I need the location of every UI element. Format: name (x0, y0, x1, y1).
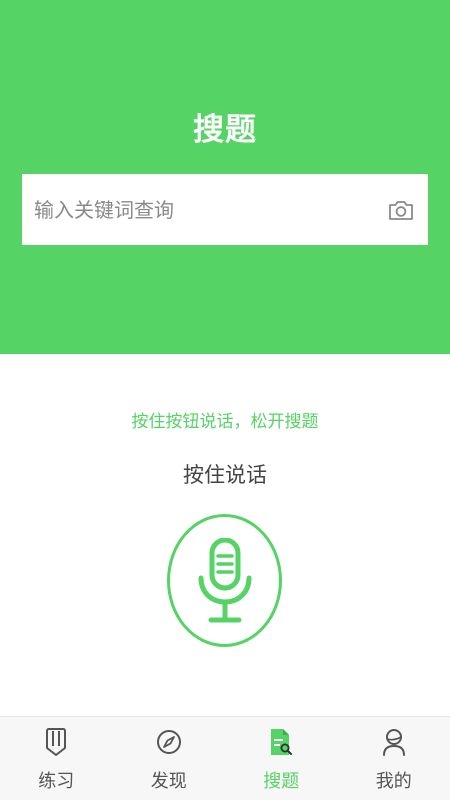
microphone-button[interactable] (167, 514, 282, 647)
tab-label: 发现 (150, 771, 187, 792)
header: 搜题 (0, 0, 450, 354)
tab-label: 我的 (375, 771, 412, 792)
camera-icon (389, 200, 413, 220)
practice-icon (46, 728, 67, 756)
tab-label: 练习 (38, 771, 75, 792)
page-title: 搜题 (193, 112, 257, 148)
user-icon (382, 729, 405, 756)
tab-practice[interactable]: 练习 (0, 717, 113, 800)
tab-mine[interactable]: 我的 (338, 717, 450, 800)
app-screen: 搜题 按住按钮说话，松开搜题 按住说话 (0, 0, 450, 800)
tab-search-question[interactable]: 搜题 (225, 717, 338, 800)
camera-button[interactable] (386, 195, 416, 225)
tab-discover[interactable]: 发现 (113, 717, 226, 800)
voice-hint: 按住按钮说话，松开搜题 (131, 412, 319, 432)
bottom-tab-bar: 练习 发现 搜题 我的 (0, 716, 450, 800)
search-input[interactable] (34, 189, 386, 230)
microphone-icon (198, 537, 251, 622)
tab-label: 搜题 (263, 771, 300, 792)
search-bar[interactable] (22, 174, 428, 245)
hold-to-speak-label: 按住说话 (183, 463, 267, 487)
search-question-icon (271, 729, 293, 755)
compass-icon (156, 730, 181, 754)
